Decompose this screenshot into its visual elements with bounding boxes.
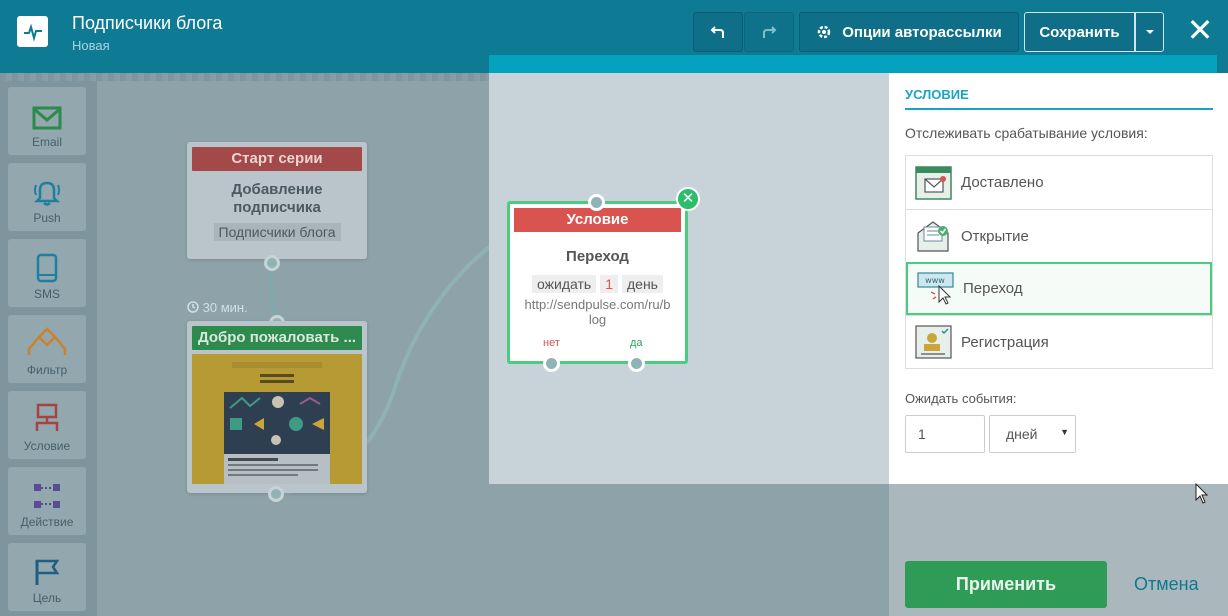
filter-icon xyxy=(27,327,67,355)
wait-event-label: Ожидать события: xyxy=(905,391,1017,406)
envelope-icon xyxy=(32,106,62,130)
panel-question: Отслеживать срабатывание условия: xyxy=(905,125,1148,141)
palette-item-action[interactable]: Действие xyxy=(8,467,86,535)
delete-node-button[interactable]: ✕ xyxy=(676,187,700,211)
condition-node[interactable]: Условие Переход ожидать 1 день http://se… xyxy=(507,201,688,364)
close-button[interactable]: ✕ xyxy=(1184,14,1216,46)
start-node-header: Старт серии xyxy=(192,147,362,171)
save-dropdown-button[interactable] xyxy=(1135,12,1164,52)
start-node-out-port[interactable] xyxy=(264,255,280,271)
panel-title: УСЛОВИЕ xyxy=(905,87,969,102)
option-label: Доставлено xyxy=(961,174,1044,191)
clock-icon xyxy=(187,301,199,313)
panel-title-underline xyxy=(905,108,1213,110)
start-node[interactable]: Старт серии Добавление подписчика Подпис… xyxy=(187,142,367,259)
cancel-link[interactable]: Отмена xyxy=(1134,574,1199,595)
chevron-down-icon xyxy=(1145,30,1154,34)
palette-item-filter[interactable]: Фильтр xyxy=(8,315,86,383)
wait-label-chip: ожидать xyxy=(532,275,597,293)
wait-value-chip: 1 xyxy=(600,275,618,293)
option-opened[interactable]: Открытие xyxy=(906,209,1212,262)
palette-item-condition[interactable]: Условие xyxy=(8,391,86,459)
opened-icon xyxy=(917,221,949,252)
phone-icon xyxy=(36,253,58,283)
option-click[interactable]: www Переход xyxy=(906,262,1212,315)
condition-node-header: Условие xyxy=(514,208,681,232)
app-logo[interactable] xyxy=(17,16,48,47)
gear-icon xyxy=(818,25,831,39)
wait-unit-value: дней xyxy=(1006,426,1038,442)
option-label: Переход xyxy=(963,280,1023,297)
delay-label: 30 мин. xyxy=(187,300,248,315)
chevron-down-icon: ▼ xyxy=(1060,427,1069,437)
undo-icon xyxy=(710,26,724,38)
page-status: Новая xyxy=(72,38,110,53)
mouse-cursor-icon xyxy=(1195,483,1209,504)
wait-unit-select[interactable]: дней ▼ xyxy=(989,415,1076,453)
option-delivered[interactable]: Доставлено xyxy=(906,156,1212,209)
wait-duration-input[interactable]: 1 xyxy=(905,415,985,453)
email-node-header: Добро пожаловать ... xyxy=(192,326,362,350)
element-palette: Email Push SMS Фильтр Условие Действие Ц… xyxy=(0,81,97,616)
email-node-out-port[interactable] xyxy=(268,486,284,502)
pulse-icon xyxy=(23,23,42,42)
panel-accent-bar xyxy=(489,55,1217,73)
page-title: Подписчики блога xyxy=(72,13,223,33)
palette-label: Цель xyxy=(32,591,62,605)
option-label: Открытие xyxy=(961,227,1029,245)
redo-button[interactable] xyxy=(744,12,794,52)
start-node-title: Добавление подписчика xyxy=(231,181,323,216)
palette-item-sms[interactable]: SMS xyxy=(8,239,86,307)
palette-label: Действие xyxy=(20,515,74,529)
delivered-icon xyxy=(915,165,952,200)
palette-item-email[interactable]: Email xyxy=(8,87,86,155)
registration-icon xyxy=(915,325,952,359)
delay-text: 30 мин. xyxy=(202,300,248,315)
palette-label: Push xyxy=(33,211,61,225)
wait-unit-chip: день xyxy=(621,275,663,293)
bell-icon xyxy=(33,181,61,206)
redo-icon xyxy=(763,26,777,38)
flag-icon xyxy=(35,559,60,585)
click-icon: www xyxy=(917,271,954,305)
svg-text:www: www xyxy=(925,276,945,285)
action-icon xyxy=(34,484,60,508)
options-label: Опции авторассылки xyxy=(842,23,1002,41)
palette-item-goal[interactable]: Цель xyxy=(8,543,86,611)
condition-url: http://sendpulse.com/ru/blog xyxy=(524,297,671,327)
condition-node-title: Переход xyxy=(566,248,629,265)
option-registration[interactable]: Регистрация xyxy=(906,315,1212,368)
option-label: Регистрация xyxy=(961,333,1049,351)
condition-yes-port[interactable] xyxy=(628,355,645,372)
condition-wait-row: ожидать 1 день xyxy=(510,275,685,293)
condition-no-port[interactable] xyxy=(543,355,560,372)
apply-button[interactable]: Применить xyxy=(905,561,1107,608)
branch-no-label: нет xyxy=(543,337,560,349)
email-node[interactable]: Добро пожаловать ... xyxy=(187,321,367,493)
start-node-list-tag: Подписчики блога xyxy=(213,223,341,241)
palette-item-push[interactable]: Push xyxy=(8,163,86,231)
palette-label: Email xyxy=(31,135,62,149)
condition-settings-panel: УСЛОВИЕ Отслеживать срабатывание условия… xyxy=(889,73,1228,484)
email-preview-thumbnail xyxy=(192,354,362,484)
save-button[interactable]: Сохранить xyxy=(1024,12,1135,52)
condition-options-list: Доставлено Открытие www Переход Регистра… xyxy=(905,155,1213,369)
palette-label: Условие xyxy=(23,439,71,453)
condition-in-port[interactable] xyxy=(588,194,605,211)
autoresponder-options-button[interactable]: Опции авторассылки xyxy=(799,12,1019,52)
palette-label: Фильтр xyxy=(26,363,68,377)
branch-yes-label: да xyxy=(630,337,643,349)
condition-icon xyxy=(35,403,59,431)
palette-label: SMS xyxy=(33,287,60,301)
undo-button[interactable] xyxy=(693,12,743,52)
